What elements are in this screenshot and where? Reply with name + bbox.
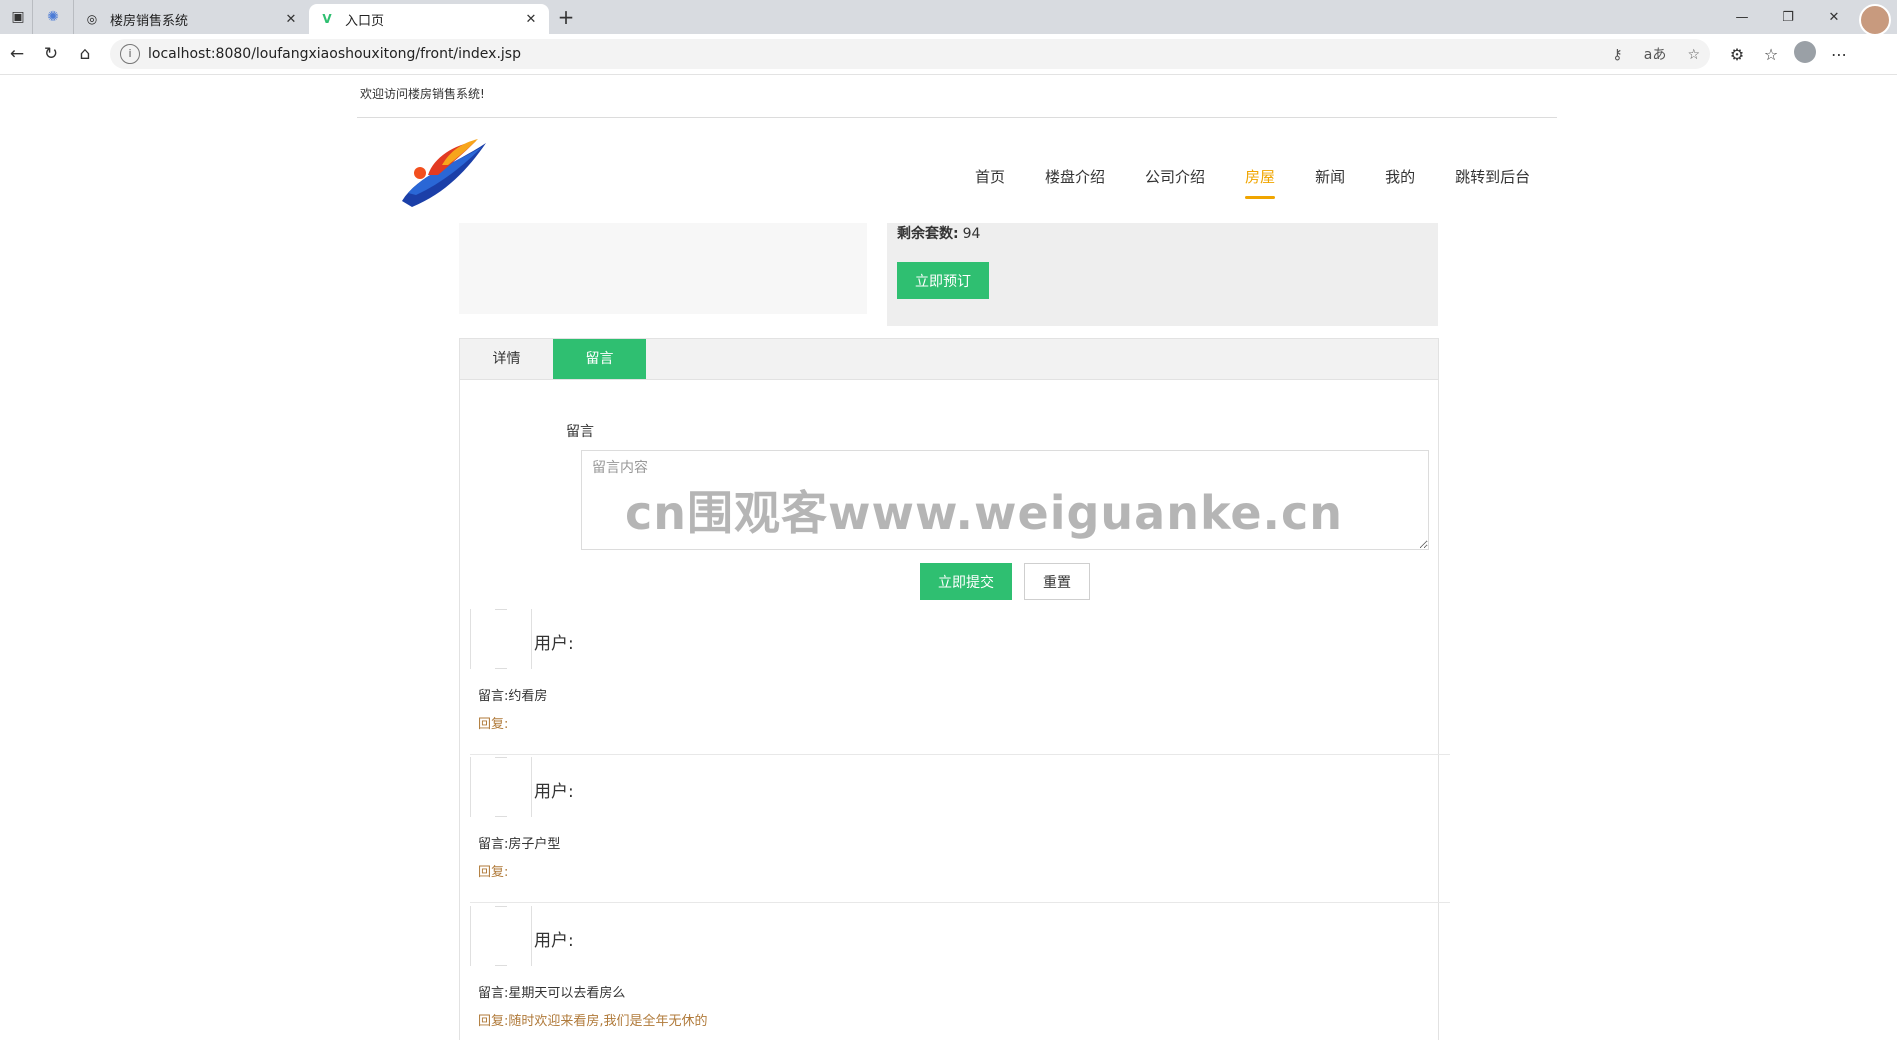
read-aloud-icon[interactable]: aあ: [1644, 47, 1667, 63]
favorite-star-icon[interactable]: ☆: [1687, 47, 1700, 63]
tab-actions-icon[interactable]: ▣: [4, 3, 32, 31]
more-menu-icon[interactable]: ⋯: [1822, 45, 1856, 64]
remaining-units: 剩余套数: 94: [897, 223, 980, 243]
browser-tab-2[interactable]: V 入口页 ✕: [309, 4, 549, 34]
remaining-label: 剩余套数:: [897, 226, 959, 242]
nav-houses[interactable]: 房屋: [1225, 167, 1295, 199]
nav-mine[interactable]: 我的: [1365, 167, 1435, 199]
message-label: 留言: [566, 424, 594, 440]
browser-tab-bar: ▣ ✺ ◎ 楼房销售系统 ✕ V 入口页 ✕ + — ❐ ✕: [0, 0, 1897, 36]
book-now-button[interactable]: 立即预订: [897, 262, 989, 299]
comment-reply: 回复:: [478, 717, 509, 732]
header-divider: [357, 117, 1557, 118]
comment-user: 用户:: [534, 634, 574, 654]
url-text[interactable]: localhost:8080/loufangxiaoshouxitong/fro…: [148, 46, 1596, 62]
comment-item: 用户: 留言:星期天可以去看房么 回复:随时欢迎来看房,我们是全年无休的: [470, 906, 1450, 1040]
comment-user: 用户:: [534, 782, 574, 802]
profile-icon[interactable]: [1788, 41, 1822, 67]
comment-reply: 回复:: [478, 865, 509, 880]
message-input[interactable]: [581, 450, 1429, 550]
remaining-value: 94: [962, 226, 981, 242]
house-info-box: 剩余套数: 94 立即预订: [887, 223, 1438, 326]
avatar: [470, 906, 532, 966]
address-bar[interactable]: i localhost:8080/loufangxiaoshouxitong/f…: [110, 39, 1710, 69]
main-nav: 首页 楼盘介绍 公司介绍 房屋 新闻 我的 跳转到后台: [955, 167, 1550, 199]
detail-tabs: 详情 留言: [460, 339, 1438, 380]
minimize-icon[interactable]: —: [1719, 10, 1765, 25]
nav-admin[interactable]: 跳转到后台: [1435, 167, 1550, 199]
close-window-icon[interactable]: ✕: [1811, 10, 1857, 25]
site-favicon-icon: ◎: [86, 12, 98, 26]
detail-panel: 详情 留言 留言 立即提交 重置 cn围观客www.weiguanke.cn 用…: [459, 338, 1450, 1040]
nav-news[interactable]: 新闻: [1295, 167, 1365, 199]
comment-item: 用户: 留言:约看房 回复:: [470, 609, 1450, 755]
comment-content: 留言:约看房: [478, 689, 548, 704]
nav-company-intro[interactable]: 公司介绍: [1125, 167, 1225, 199]
extensions-icon[interactable]: ⚙: [1720, 45, 1754, 64]
tab-title: 入口页: [345, 13, 385, 29]
house-image-placeholder: [459, 223, 867, 314]
tab-messages[interactable]: 留言: [553, 339, 646, 379]
comment-content: 留言:房子户型: [478, 837, 561, 852]
restore-icon[interactable]: ❐: [1765, 10, 1811, 25]
new-tab-icon[interactable]: +: [549, 5, 583, 29]
submit-button[interactable]: 立即提交: [920, 563, 1012, 600]
avatar: [470, 757, 532, 817]
reset-button[interactable]: 重置: [1024, 563, 1090, 600]
back-icon[interactable]: ←: [0, 44, 34, 64]
tab-title: 楼房销售系统: [110, 13, 189, 29]
avatar: [470, 609, 532, 669]
pinned-tab-icon[interactable]: ✺: [32, 0, 74, 34]
browser-tab-1[interactable]: ◎ 楼房销售系统 ✕: [74, 4, 309, 34]
vue-favicon-icon: V: [322, 12, 332, 26]
comment-content: 留言:星期天可以去看房么: [478, 986, 626, 1001]
refresh-icon[interactable]: ↻: [34, 44, 68, 64]
page-content: 欢迎访问楼房销售系统! 首页 楼盘介绍 公司介绍 房屋 新闻 我的 跳转到后台 …: [0, 75, 1897, 1040]
close-icon[interactable]: ✕: [523, 12, 539, 27]
key-icon[interactable]: ⚷: [1612, 47, 1622, 63]
nav-property-intro[interactable]: 楼盘介绍: [1025, 167, 1125, 199]
browser-toolbar: ← ↻ ⌂ i localhost:8080/loufangxiaoshouxi…: [0, 34, 1897, 104]
site-logo[interactable]: [398, 135, 490, 211]
comment-reply: 回复:随时欢迎来看房,我们是全年无休的: [478, 1014, 708, 1029]
nav-home[interactable]: 首页: [955, 167, 1025, 199]
close-icon[interactable]: ✕: [283, 12, 299, 27]
favorites-icon[interactable]: ☆: [1754, 45, 1788, 64]
info-icon[interactable]: i: [120, 44, 140, 64]
home-icon[interactable]: ⌂: [68, 44, 102, 64]
comment-item: 用户: 留言:房子户型 回复:: [470, 757, 1450, 903]
tab-details[interactable]: 详情: [460, 339, 553, 379]
user-avatar[interactable]: [1859, 4, 1891, 36]
welcome-text: 欢迎访问楼房销售系统!: [360, 87, 485, 101]
comment-user: 用户:: [534, 931, 574, 951]
